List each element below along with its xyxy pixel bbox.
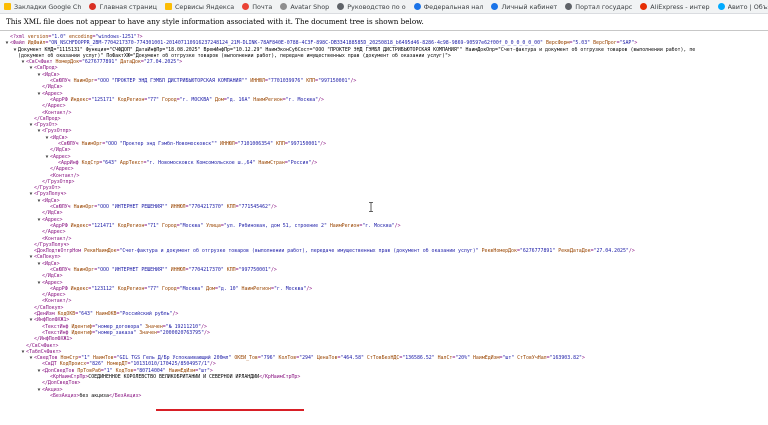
xml-info-message: This XML file does not appear to have an…: [6, 17, 424, 26]
xml-line-text: <СвДТ КодПроисх="826" НомерДТ="10131010/…: [42, 361, 216, 368]
emblem-icon: [491, 3, 499, 10]
xml-line-text: <ГрузОт>: [34, 122, 58, 129]
bookmark-item[interactable]: Главная страниц: [85, 0, 161, 13]
bookmark-item[interactable]: Руководство по о: [333, 0, 409, 13]
red-site-icon: [89, 3, 97, 10]
red-underline-annotation: [156, 409, 304, 411]
emblem-icon: [413, 3, 421, 10]
xml-line-text: <СвСчФакт НомерДок="6276777891" ДатаДок=…: [26, 59, 183, 66]
xml-line-text: <ИдСв>: [42, 260, 60, 267]
shop-icon: [280, 3, 288, 10]
xml-line-text: <ГрузОтпр>: [42, 128, 72, 135]
xml-line-text: <Файл ИдФайл="ON_NSCHFDOPPR_2BM-77042173…: [10, 40, 638, 47]
bookmark-item[interactable]: Авито | Объявлен: [714, 0, 768, 13]
xml-line-text: <?xml version="1.0" encoding="windows-12…: [10, 34, 143, 40]
xml-line-text: <БезАкциз>без акциза</БезАкциз>: [50, 392, 142, 399]
bookmark-item[interactable]: Почта: [238, 0, 276, 13]
xml-line-text: <Контакт/>: [50, 172, 80, 179]
folder-icon: [4, 3, 11, 10]
xml-line-text: </ИдСв>: [50, 147, 71, 154]
xml-line-text: <ИдСв>: [42, 197, 60, 204]
bookmarks-bar: Закладки Google Ch Главная страниц Сервисы…: [0, 0, 768, 14]
xml-line-text: <КрНаимСтрПр>СОЕДИНЕННОЕ КОРОЛЕВСТВО ВЕЛ…: [50, 374, 301, 381]
bookmark-label: Федеральная нал: [423, 2, 484, 11]
bookmark-item[interactable]: Портал государс: [561, 0, 636, 13]
bookmark-label: Личный кабинет: [501, 2, 558, 11]
bookmark-label: Портал государс: [575, 2, 633, 11]
xml-line-text: </ИдСв>: [42, 273, 63, 280]
xml-line-text: <СвЮЛУч НаимОрг="ООО "ИНТЕРНЕТ РЕШЕНИЯ""…: [50, 204, 277, 211]
xml-line-text: </ГрузОтпр>: [42, 178, 75, 185]
xml-line-text: <ТаблСчФакт>: [26, 348, 62, 355]
bookmark-label: AliExpress - интер: [650, 2, 710, 11]
xml-line-text: </СвСчФакт>: [26, 342, 59, 349]
bookmark-label: Avatar Shop: [290, 2, 330, 11]
xml-line-text: </ДопСведТов>: [42, 380, 81, 387]
bookmark-label: Почта: [252, 2, 273, 11]
xml-line-text: (документ об оказании услуг)" ПоФактХЖ="…: [18, 52, 451, 59]
xml-line-text: <СвПрод>: [34, 65, 58, 72]
text-cursor-icon: [369, 202, 373, 212]
aliexpress-icon: [640, 3, 648, 10]
bookmark-item[interactable]: Личный кабинет: [487, 0, 561, 13]
bookmark-label: Авито | Объявлен: [727, 2, 768, 11]
bookmark-label: Главная страниц: [99, 2, 157, 11]
xml-line-text: <ДопСведТов ПрТовРаб="1" КодТов="8071400…: [42, 367, 213, 374]
xml-line-text: <СвЮЛУч НаимОрг="ООО "ПРОКТЕР ЭНД ГЭМБЛ …: [50, 78, 357, 85]
gear-icon: [337, 3, 345, 10]
bookmark-label: Закладки Google Ch: [14, 2, 82, 11]
xml-line-text: <СвПокуп>: [34, 254, 61, 261]
xml-line-text: <ИдСв>: [42, 71, 60, 78]
xml-line-text: </Адрес>: [50, 166, 74, 173]
bookmark-item[interactable]: Сервисы Яндекса: [161, 0, 238, 13]
bookmark-item[interactable]: Федеральная нал: [410, 0, 488, 13]
bookmark-item[interactable]: AliExpress - интер: [636, 0, 713, 13]
xml-line-text: <Адрес>: [42, 216, 63, 223]
bookmark-item[interactable]: Avatar Shop: [276, 0, 333, 13]
xml-line-text: <Контакт/>: [42, 235, 72, 242]
xml-line-text: <Адрес>: [50, 153, 71, 160]
xml-line-text: <АдрРФ Индекс="123112" КодРегион="77" Го…: [50, 285, 313, 292]
xml-line-text: <СведТов НомСтр="1" НаимТов="GIL TGS Гел…: [34, 355, 585, 362]
xml-line-text: <АдрРФ Индекс="121471" КодРегион="71" Го…: [50, 222, 401, 229]
xml-line-text: Документ КНД="1115131" Функция="СЧФДОП" …: [18, 46, 696, 53]
globe-icon: [565, 3, 573, 10]
divider: [0, 30, 768, 31]
xml-line-text: </ГрузПолуч>: [34, 241, 70, 248]
xml-line-text: <Акциз>: [42, 386, 63, 393]
xml-line-text: </ИдСв>: [42, 210, 63, 217]
xml-line-text: </ИдСв>: [42, 84, 63, 91]
bookmark-label: Сервисы Яндекса: [174, 2, 235, 11]
xml-line-text: </СвПрод>: [34, 115, 61, 122]
bookmark-label: Руководство по о: [347, 2, 406, 11]
xml-line-text: </Адрес>: [42, 103, 66, 110]
xml-line-text: </Адрес>: [42, 229, 66, 236]
xml-line-text: </ИнфПолФХЖ1>: [34, 336, 73, 343]
xml-line-text: <ДенИзм КодОКВ="643" НаимОКВ="Российский…: [34, 311, 179, 318]
xml-line-text: </ГрузОт>: [34, 185, 61, 192]
xml-line-text: <АдрРФ Индекс="125171" КодРегион="77" Го…: [50, 96, 324, 103]
xml-line-text: <ТекстИнф Идентиф="номер_заказа" Значен=…: [42, 329, 210, 336]
xml-line-text: <ГрузПолуч>: [34, 191, 67, 198]
xml-line-text: <ДокПодтвОтгрНом РеквНаимДок="Счет-факту…: [34, 248, 635, 255]
xml-document-tree: <?xml version="1.0" encoding="windows-12…: [0, 34, 768, 425]
xml-line-text: <Адрес>: [42, 279, 63, 286]
xml-line-text: <ИнфПолФХЖ1>: [34, 317, 70, 324]
folder-icon: [164, 3, 172, 10]
avito-icon: [717, 3, 725, 10]
xml-line: <БезАкциз>без акциза</БезАкциз>: [0, 393, 768, 399]
mail-icon: [242, 3, 250, 10]
bookmark-item[interactable]: Закладки Google Ch: [0, 0, 85, 13]
xml-line-text: <АдрИнф КодСтр="643" АдрТекст="г. Новомо…: [58, 159, 318, 166]
xml-line-text: <СвЮЛУч НаимОрг="ООО "ИНТЕРНЕТ РЕШЕНИЯ""…: [50, 266, 277, 273]
xml-line-text: <Адрес>: [42, 90, 63, 97]
xml-line-text: <Контакт/>: [42, 109, 72, 116]
xml-line-text: <СвЮЛУч НаимОрг="ООО "Проктер энд Гэмбл-…: [58, 141, 327, 148]
xml-line-text: </Адрес>: [42, 292, 66, 299]
xml-line-text: <ТекстИнф Идентиф="номер_договора" Значе…: [42, 323, 207, 330]
xml-line-text: <ИдСв>: [50, 134, 68, 141]
xml-line-text: </СвПокуп>: [34, 304, 64, 311]
xml-line-text: <Контакт/>: [42, 298, 72, 305]
